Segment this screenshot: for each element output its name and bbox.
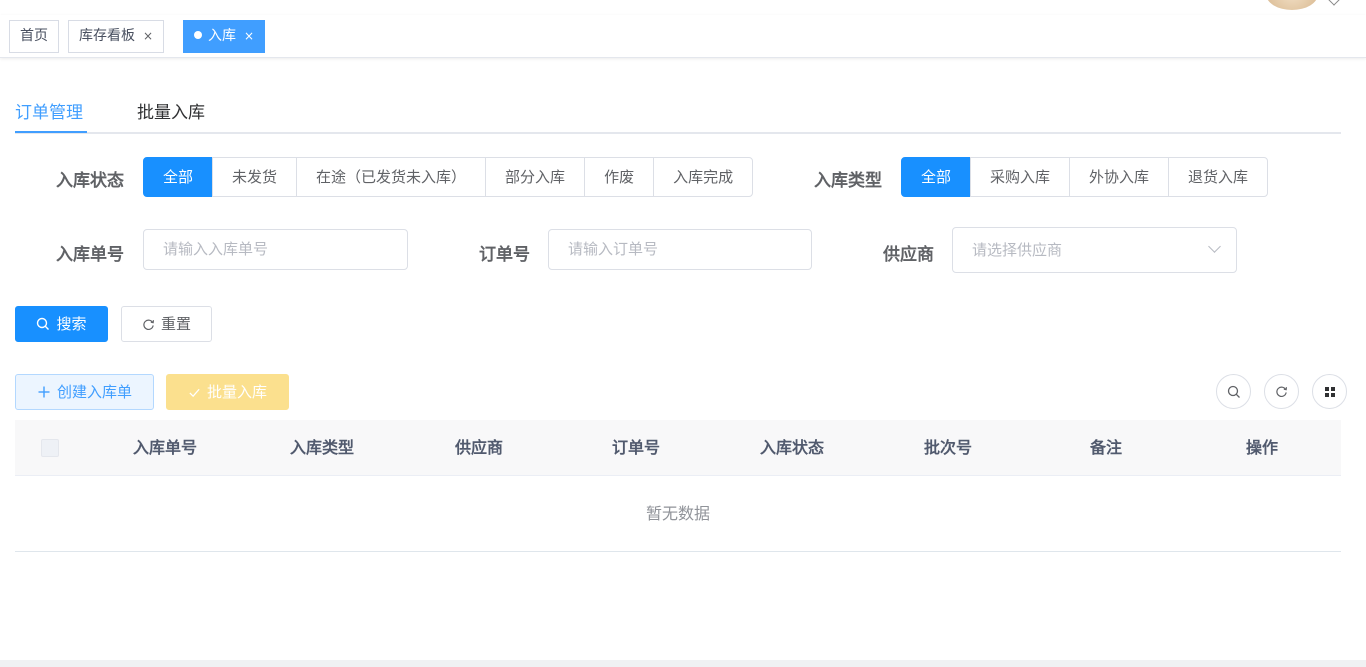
search-icon xyxy=(37,317,50,330)
table-body: 暂无数据 xyxy=(15,476,1341,552)
select-all-checkbox[interactable] xyxy=(41,439,59,457)
tags-view-bar: 首页 库存看板 × 入库 × xyxy=(0,15,1366,58)
reset-button-label: 重置 xyxy=(160,315,191,333)
create-inbound-label: 创建入库单 xyxy=(56,383,132,401)
tabs-header: 订单管理 批量入库 xyxy=(15,88,1341,134)
column-header-inbound-no[interactable]: 入库单号 xyxy=(95,420,235,476)
search-button[interactable]: 搜索 xyxy=(15,306,108,342)
column-header-inbound-status[interactable]: 入库状态 xyxy=(722,420,862,476)
tag-label: 库存看板 xyxy=(79,28,135,44)
supplier-select-input[interactable] xyxy=(952,227,1237,273)
page-bottom-edge xyxy=(0,660,1366,667)
supplier-label: 供应商 xyxy=(883,245,934,265)
tab-batch-inbound[interactable]: 批量入库 xyxy=(137,98,205,123)
table-header: 入库单号 入库类型 供应商 订单号 入库状态 批次号 备注 操作 xyxy=(15,420,1341,476)
close-icon[interactable]: × xyxy=(244,29,254,43)
table-empty-text: 暂无数据 xyxy=(645,504,710,523)
type-option-outsourcing[interactable]: 外协入库 xyxy=(1069,157,1170,197)
active-dot-icon xyxy=(194,31,202,39)
caret-down-icon[interactable] xyxy=(1328,0,1340,6)
column-settings-button[interactable] xyxy=(1312,374,1347,409)
column-header-supplier[interactable]: 供应商 xyxy=(409,420,549,476)
column-header-order-no[interactable]: 订单号 xyxy=(566,420,706,476)
order-no-input[interactable] xyxy=(548,229,812,270)
status-option-not-shipped[interactable]: 未发货 xyxy=(212,157,298,197)
type-filter-label: 入库类型 xyxy=(814,171,882,191)
create-inbound-button[interactable]: 创建入库单 xyxy=(15,374,154,410)
refresh-icon xyxy=(143,319,155,330)
user-avatar[interactable] xyxy=(1266,0,1318,10)
status-option-void[interactable]: 作废 xyxy=(584,157,655,197)
type-option-purchase[interactable]: 采购入库 xyxy=(970,157,1071,197)
type-option-all[interactable]: 全部 xyxy=(901,157,972,197)
status-option-completed[interactable]: 入库完成 xyxy=(653,157,754,197)
tag-inbound[interactable]: 入库 × xyxy=(183,20,266,53)
tab-active-bar xyxy=(15,131,87,133)
search-button-label: 搜索 xyxy=(56,315,87,333)
status-option-in-transit[interactable]: 在途（已发货未入库） xyxy=(296,157,487,197)
type-option-return[interactable]: 退货入库 xyxy=(1168,157,1269,197)
tag-home[interactable]: 首页 xyxy=(9,20,59,53)
status-option-partial[interactable]: 部分入库 xyxy=(485,157,586,197)
tag-label: 入库 xyxy=(208,28,236,44)
reset-button[interactable]: 重置 xyxy=(121,306,212,342)
tag-inventory-board[interactable]: 库存看板 × xyxy=(68,20,165,53)
toggle-search-button[interactable] xyxy=(1216,374,1251,409)
tab-order-management[interactable]: 订单管理 xyxy=(15,98,83,123)
close-icon[interactable]: × xyxy=(143,29,153,43)
column-header-inbound-type[interactable]: 入库类型 xyxy=(252,420,392,476)
refresh-icon xyxy=(1276,386,1288,397)
column-header-batch-no[interactable]: 批次号 xyxy=(878,420,1018,476)
column-header-remark[interactable]: 备注 xyxy=(1036,420,1176,476)
inbound-no-input[interactable] xyxy=(143,229,408,270)
supplier-select[interactable] xyxy=(952,227,1237,273)
refresh-table-button[interactable] xyxy=(1264,374,1299,409)
inbound-no-label: 入库单号 xyxy=(56,245,124,265)
grid-icon xyxy=(1324,386,1335,397)
search-icon xyxy=(1227,385,1240,398)
status-option-all[interactable]: 全部 xyxy=(143,157,214,197)
column-header-actions[interactable]: 操作 xyxy=(1192,420,1332,476)
plus-icon xyxy=(38,386,50,398)
batch-inbound-button[interactable]: 批量入库 xyxy=(166,374,289,410)
top-navbar xyxy=(0,0,1366,15)
batch-inbound-label: 批量入库 xyxy=(206,383,267,401)
order-no-label: 订单号 xyxy=(479,245,530,265)
type-radio-group: 全部 采购入库 外协入库 退货入库 xyxy=(901,157,1269,197)
status-filter-label: 入库状态 xyxy=(56,171,124,191)
status-radio-group: 全部 未发货 在途（已发货未入库） 部分入库 作废 入库完成 xyxy=(143,157,754,197)
check-icon xyxy=(189,388,200,398)
tag-label: 首页 xyxy=(20,28,48,44)
